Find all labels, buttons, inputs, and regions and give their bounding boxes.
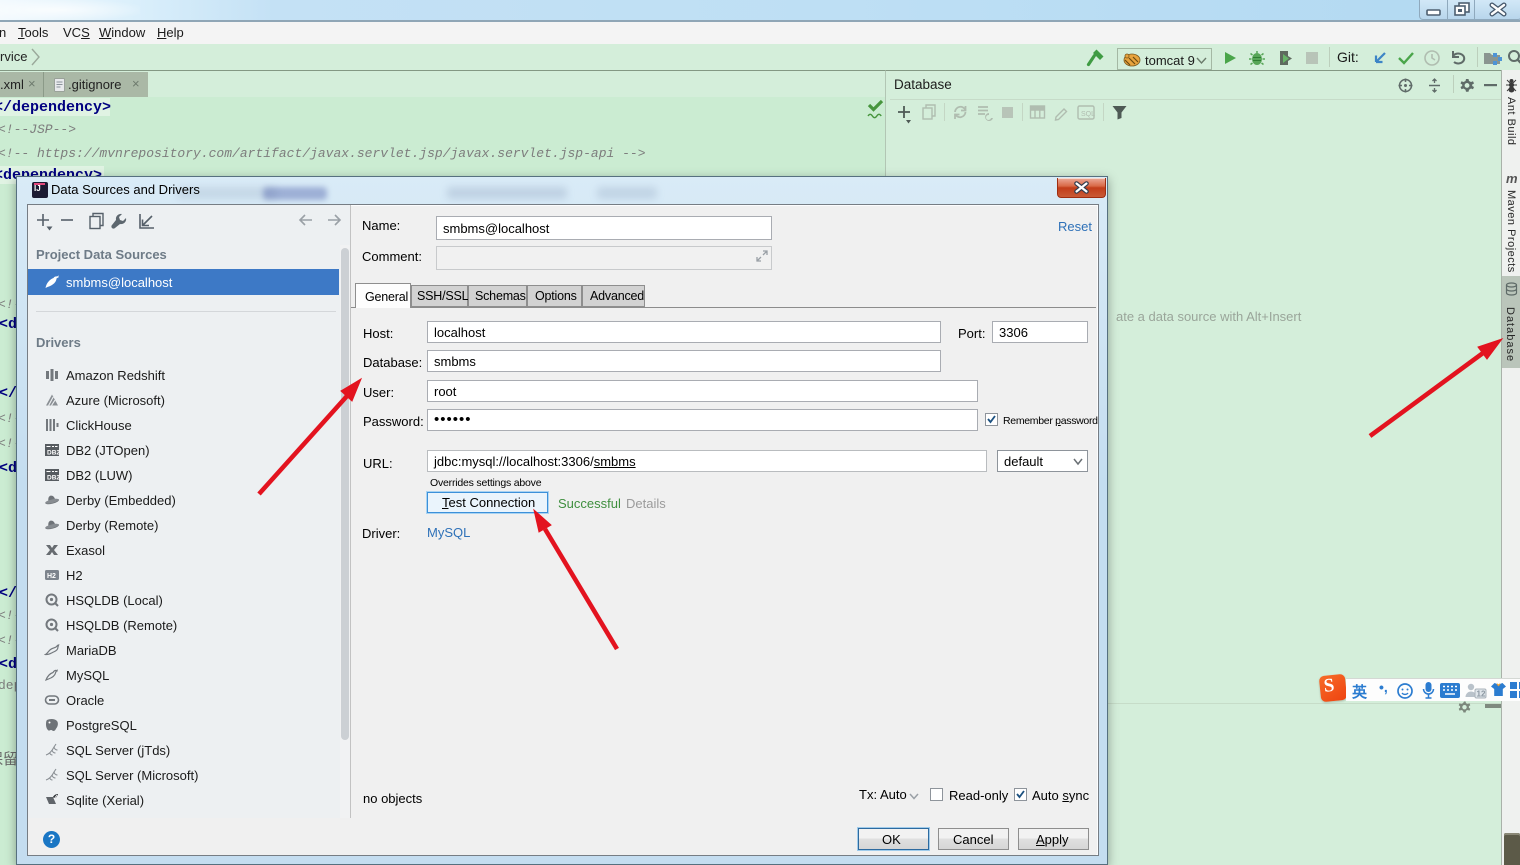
svg-text:DB2: DB2 [47,475,60,482]
svg-text:SQL: SQL [1081,111,1095,118]
svg-text:12: 12 [1477,690,1486,699]
svg-text:H2: H2 [47,573,56,580]
svg-text:DB2: DB2 [47,450,60,457]
